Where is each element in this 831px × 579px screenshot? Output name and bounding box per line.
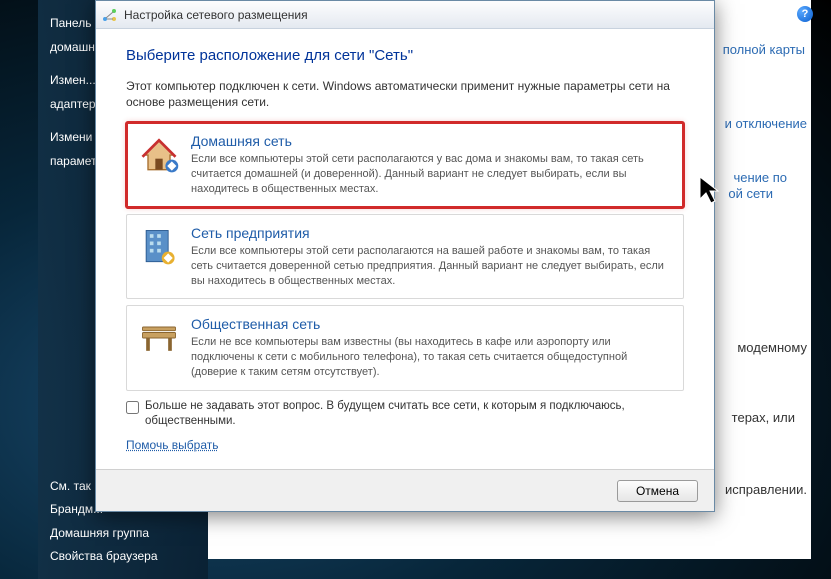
- bench-icon: [137, 316, 181, 360]
- sidebar-bottom-link[interactable]: Домашняя группа: [38, 522, 208, 546]
- link-conn[interactable]: чение по: [733, 170, 787, 185]
- sidebar-bottom-link[interactable]: Свойства браузера: [38, 545, 208, 569]
- intro-text: Этот компьютер подключен к сети. Windows…: [126, 78, 684, 110]
- dont-ask-checkbox[interactable]: [126, 401, 139, 414]
- dont-ask-checkbox-row[interactable]: Больше не задавать этот вопрос. В будуще…: [126, 399, 684, 430]
- dialog-body: Выберите расположение для сети "Сеть" Эт…: [96, 29, 714, 469]
- option-title: Сеть предприятия: [191, 225, 673, 241]
- network-app-icon: [102, 7, 118, 23]
- checkbox-label: Больше не задавать этот вопрос. В будуще…: [145, 399, 684, 430]
- home-icon: [137, 133, 181, 177]
- dialog-title: Настройка сетевого размещения: [124, 8, 308, 22]
- network-location-dialog: Настройка сетевого размещения Выберите р…: [95, 0, 715, 512]
- option-work-network[interactable]: Сеть предприятия Если все компьютеры это…: [126, 214, 684, 300]
- page-heading: Выберите расположение для сети "Сеть": [126, 47, 684, 64]
- bg-text: терах, или: [732, 410, 795, 425]
- option-description: Если не все компьютеры вам известны (вы …: [191, 335, 673, 380]
- option-home-network[interactable]: Домашняя сеть Если все компьютеры этой с…: [126, 122, 684, 208]
- option-description: Если все компьютеры этой сети располагаю…: [191, 152, 673, 197]
- dialog-footer: Отмена: [96, 469, 714, 511]
- option-title: Общественная сеть: [191, 316, 673, 332]
- help-choose-link[interactable]: Помочь выбрать: [126, 438, 219, 452]
- bg-text: модемному: [737, 340, 807, 355]
- option-description: Если все компьютеры этой сети располагаю…: [191, 244, 673, 289]
- link-conn[interactable]: ой сети: [728, 186, 773, 201]
- link-disable[interactable]: и отключение: [725, 116, 807, 131]
- titlebar: Настройка сетевого размещения: [96, 1, 714, 29]
- cancel-button[interactable]: Отмена: [617, 480, 698, 502]
- option-title: Домашняя сеть: [191, 133, 673, 149]
- link-full-map[interactable]: полной карты: [723, 42, 805, 57]
- bg-text: исправлении.: [725, 482, 807, 497]
- office-icon: [137, 225, 181, 269]
- help-icon[interactable]: ?: [797, 6, 813, 22]
- option-public-network[interactable]: Общественная сеть Если не все компьютеры…: [126, 305, 684, 391]
